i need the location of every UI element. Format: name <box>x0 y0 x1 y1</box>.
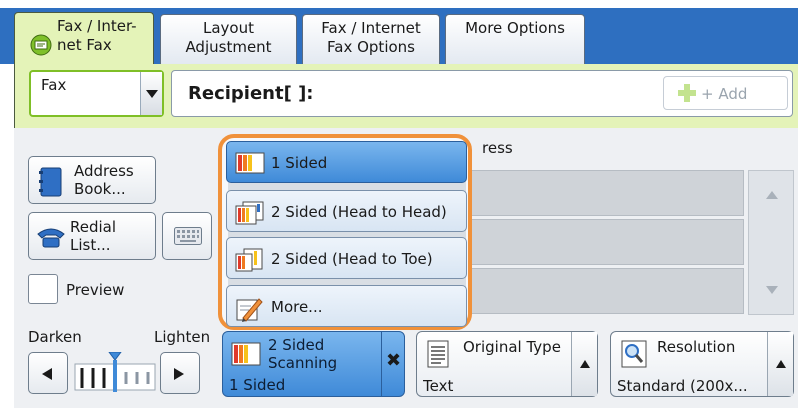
fax-icon <box>30 34 52 56</box>
fax-screen: Fax / Inter- net Fax Layout Adjustment F… <box>0 0 798 408</box>
density-tick <box>146 372 150 384</box>
one-sided-icon <box>231 342 261 366</box>
original-type-arrow[interactable] <box>571 332 597 396</box>
original-type-button[interactable]: Original Type Text <box>416 331 598 397</box>
tab-fax-internet-fax-options[interactable]: Fax / Internet Fax Options <box>302 14 440 64</box>
one-sided-icon <box>235 152 265 174</box>
two-sided-popup-menu: 1 Sided 2 Sided (Head to Head) 2 Sided (… <box>218 134 472 330</box>
tab-fax-internet-fax[interactable]: Fax / Inter- net Fax <box>14 12 154 66</box>
tab-label: Layout <box>203 19 254 37</box>
resolution-title: Resolution <box>657 338 736 356</box>
redial-label: List... <box>70 236 111 254</box>
document-text-icon <box>427 340 449 368</box>
tab-bar: Fax / Inter- net Fax Layout Adjustment F… <box>0 8 798 66</box>
arrow-left-icon <box>42 368 52 380</box>
density-tick <box>124 372 128 384</box>
tab-layout-adjustment[interactable]: Layout Adjustment <box>160 14 297 64</box>
recipient-field[interactable]: Recipient[ ]: + Add <box>171 70 793 117</box>
original-type-title: Original Type <box>463 338 561 356</box>
two-sided-value: 1 Sided <box>229 376 286 394</box>
keyboard-button[interactable] <box>162 212 212 260</box>
address-book-label: Book... <box>74 180 126 198</box>
add-label: + Add <box>701 85 748 103</box>
redial-label: Redial <box>70 218 117 236</box>
preview-checkbox[interactable] <box>28 274 58 304</box>
address-book-button[interactable]: Address Book... <box>28 156 156 204</box>
menu-item-label: More... <box>271 298 323 316</box>
density-scale <box>74 352 156 392</box>
mode-dropdown-button[interactable] <box>140 72 162 115</box>
menu-item-label: 2 Sided (Head to Toe) <box>271 250 433 268</box>
menu-item-1-sided[interactable]: 1 Sided <box>226 141 467 183</box>
chevron-up-icon <box>776 360 786 368</box>
address-book-icon <box>39 167 62 197</box>
address-list-scrollbar[interactable] <box>748 170 794 315</box>
menu-item-2-sided-head-to-toe[interactable]: 2 Sided (Head to Toe) <box>226 237 467 279</box>
keyboard-icon <box>174 227 202 245</box>
tab-more-options[interactable]: More Options <box>445 14 585 64</box>
mode-select[interactable]: Fax <box>29 70 164 117</box>
tab-label: Adjustment <box>185 38 272 56</box>
recipient-label: Recipient[ ]: <box>188 83 314 104</box>
lighten-label: Lighten <box>154 328 211 346</box>
darken-button[interactable] <box>28 352 68 394</box>
density-marker <box>108 352 122 361</box>
plus-icon <box>678 84 696 102</box>
close-icon: ✖ <box>386 350 402 371</box>
lighten-button[interactable] <box>160 352 200 394</box>
redial-list-button[interactable]: Redial List... <box>28 212 156 260</box>
density-marker-bar <box>113 360 117 392</box>
resolution-icon <box>621 340 647 368</box>
chevron-up-icon <box>580 360 590 368</box>
two-sided-title: Scanning <box>268 354 338 372</box>
address-book-label: Address <box>74 162 134 180</box>
arrow-right-icon <box>174 368 184 380</box>
density-tick <box>80 368 84 388</box>
menu-item-2-sided-head-to-head[interactable]: 2 Sided (Head to Head) <box>226 190 467 232</box>
more-pencil-icon <box>236 298 263 322</box>
recipient-band: Fax Recipient[ ]: + Add <box>14 64 798 128</box>
resolution-arrow[interactable] <box>767 332 793 396</box>
two-sided-head-to-head-icon <box>235 201 264 225</box>
menu-item-label: 1 Sided <box>271 154 328 172</box>
preview-label: Preview <box>66 281 125 299</box>
menu-item-label: 2 Sided (Head to Head) <box>271 203 447 221</box>
two-sided-scanning-button[interactable]: 2 Sided Scanning 1 Sided ✖ <box>222 331 405 397</box>
tab-label: Fax / Internet <box>321 19 421 37</box>
menu-item-more[interactable]: More... <box>226 285 467 327</box>
tab-label: Fax Options <box>327 38 415 56</box>
phone-icon <box>37 228 65 248</box>
clear-two-sided-button[interactable]: ✖ <box>381 332 405 396</box>
chevron-down-icon <box>146 90 158 98</box>
darken-label: Darken <box>28 328 82 346</box>
mode-select-value: Fax <box>41 76 67 94</box>
scroll-down-icon[interactable] <box>766 286 778 294</box>
list-column-label: ress <box>482 139 513 157</box>
density-tick <box>102 368 106 388</box>
resolution-value: Standard (200x... <box>617 377 748 395</box>
original-type-value: Text <box>423 377 454 395</box>
two-sided-head-to-toe-icon <box>235 248 263 272</box>
density-tick <box>135 372 139 384</box>
tab-label: More Options <box>465 19 565 37</box>
scroll-up-icon[interactable] <box>766 191 778 199</box>
two-sided-title: 2 Sided <box>268 336 325 354</box>
resolution-button[interactable]: Resolution Standard (200x... <box>610 331 794 397</box>
density-tick <box>91 368 95 388</box>
add-recipient-button[interactable]: + Add <box>663 76 788 110</box>
